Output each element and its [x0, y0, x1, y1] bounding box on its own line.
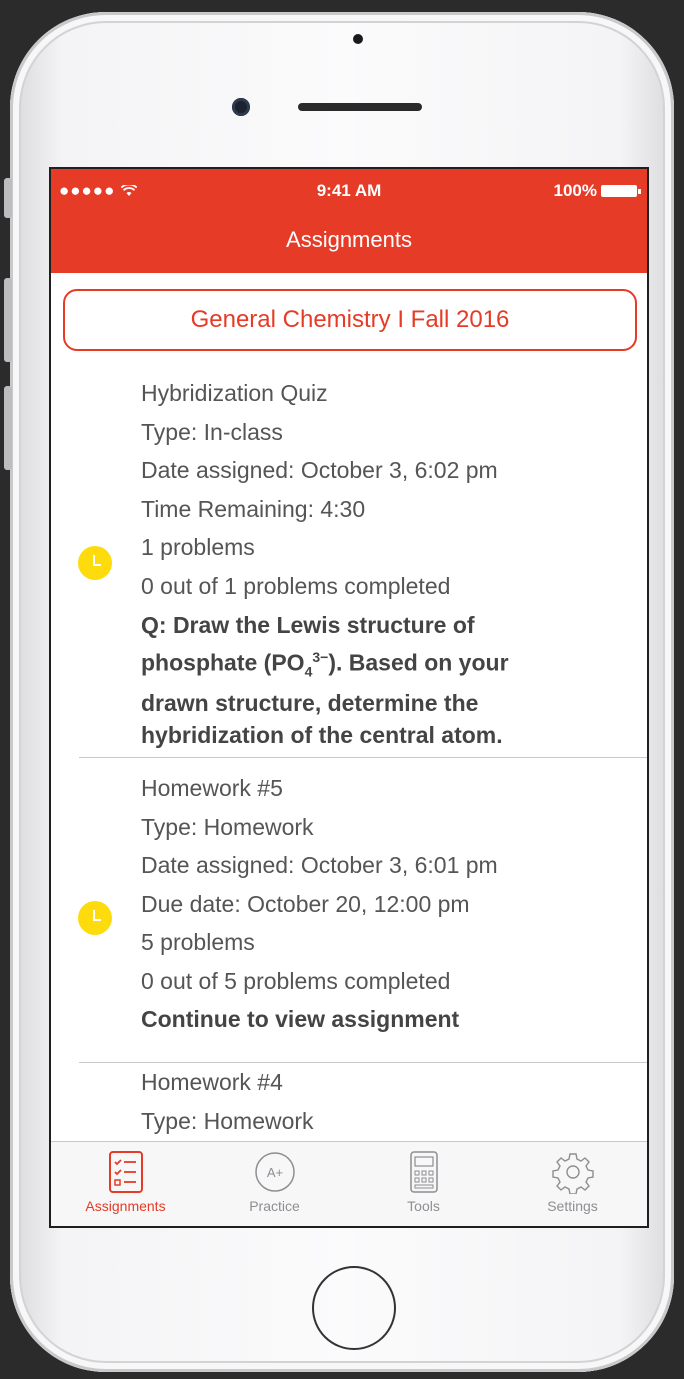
assignment-type: Type: Homework — [141, 1107, 314, 1134]
continue-link[interactable]: Continue to view assignment — [141, 1000, 647, 1039]
proximity-sensor — [353, 34, 363, 44]
front-camera — [232, 98, 250, 116]
assignment-progress: 0 out of 1 problems completed — [141, 572, 451, 599]
assignment-date: Date assigned: October 3, 6:02 pm — [141, 457, 498, 483]
home-button[interactable] — [312, 1266, 396, 1350]
mute-switch[interactable] — [4, 178, 12, 218]
tab-bar: Assignments A+ Practice Tools Settings — [51, 1141, 647, 1226]
navigation-bar: ●●●●● 9:41 AM 100% Assignments — [51, 169, 647, 273]
assignment-problems: 1 problems — [141, 534, 255, 560]
tab-label: Assignments — [85, 1198, 166, 1214]
status-bar: ●●●●● 9:41 AM 100% — [51, 181, 647, 205]
row-divider — [79, 757, 647, 758]
a-plus-icon: A+ — [254, 1152, 295, 1192]
assignment-progress: 0 out of 5 problems completed — [141, 967, 451, 994]
clock-icon — [78, 901, 112, 935]
assignment-due-date: Due date: October 20, 12:00 pm — [141, 890, 470, 917]
assignment-list[interactable]: Hybridization Quiz Type: In-class Date a… — [51, 374, 647, 1140]
tab-assignments[interactable]: Assignments — [51, 1142, 200, 1226]
svg-text:A+: A+ — [266, 1165, 282, 1180]
gear-icon — [551, 1153, 594, 1194]
battery-indicator: 100% — [554, 181, 641, 201]
tab-label: Settings — [547, 1198, 598, 1214]
assignment-date: Date assigned: October 3, 6:01 pm — [141, 852, 498, 878]
tab-settings[interactable]: Settings — [498, 1142, 647, 1226]
calculator-icon — [409, 1151, 438, 1193]
assignment-type: Type: Homework — [141, 813, 314, 840]
assignment-title: Homework #5 — [141, 775, 283, 801]
checklist-icon — [108, 1151, 143, 1193]
tab-label: Practice — [249, 1198, 300, 1214]
volume-up-button[interactable] — [4, 278, 12, 362]
assignment-item[interactable]: Hybridization Quiz Type: In-class Date a… — [51, 374, 647, 758]
assignment-time-remaining: Time Remaining: 4:30 — [141, 495, 366, 522]
tab-label: Tools — [407, 1198, 440, 1214]
assignment-problems: 5 problems — [141, 929, 255, 955]
clock-icon — [78, 546, 112, 580]
screen: ●●●●● 9:41 AM 100% Assignments General C… — [49, 167, 649, 1228]
assignment-item[interactable]: Homework #4 Type: Homework — [51, 1063, 647, 1140]
page-title: Assignments — [286, 227, 412, 252]
volume-down-button[interactable] — [4, 386, 12, 470]
assignment-item[interactable]: Homework #5 Type: Homework Date assigned… — [51, 769, 647, 1063]
battery-icon — [601, 185, 641, 197]
earpiece-speaker — [298, 103, 422, 111]
assignment-title: Hybridization Quiz — [141, 380, 328, 406]
assignment-title: Homework #4 — [141, 1069, 283, 1095]
assignment-type: Type: In-class — [141, 418, 283, 445]
tab-practice[interactable]: A+ Practice — [200, 1142, 349, 1226]
tab-tools[interactable]: Tools — [349, 1142, 498, 1226]
assignment-question: Q: Draw the Lewis structure of phosphate… — [141, 612, 509, 749]
course-selector-button[interactable]: General Chemistry I Fall 2016 — [63, 289, 637, 351]
